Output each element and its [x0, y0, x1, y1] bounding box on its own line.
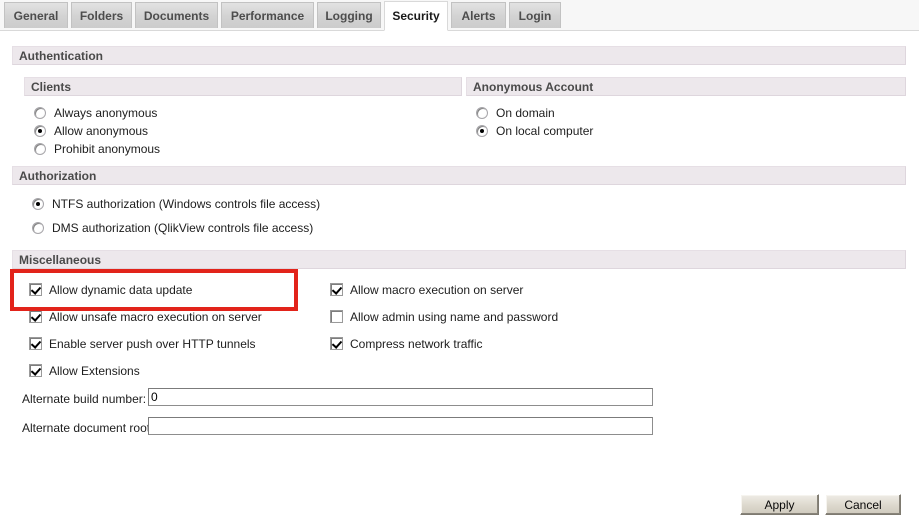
- radio-icon-selected[interactable]: [32, 198, 44, 210]
- tab-alerts[interactable]: Alerts: [451, 2, 506, 28]
- section-header-miscellaneous: Miscellaneous: [12, 250, 906, 269]
- checkbox-icon-checked[interactable]: [330, 283, 343, 296]
- radio-icon[interactable]: [34, 143, 46, 155]
- checkbox-label: Allow dynamic data update: [49, 283, 193, 297]
- radio-label: Prohibit anonymous: [54, 142, 161, 156]
- checkbox-label: Allow unsafe macro execution on server: [49, 310, 262, 324]
- radio-label: On domain: [496, 106, 555, 120]
- radio-icon-selected[interactable]: [34, 125, 46, 137]
- security-settings-panel: Authentication Clients Always anonymous …: [0, 31, 919, 520]
- radio-icon[interactable]: [32, 222, 44, 234]
- radio-label: DMS authorization (QlikView controls fil…: [52, 221, 314, 235]
- checkbox-label: Allow macro execution on server: [350, 283, 524, 297]
- input-alternate-build-number[interactable]: [148, 388, 653, 406]
- section-header-anonymous-account: Anonymous Account: [466, 77, 906, 96]
- checkbox-label: Compress network traffic: [350, 337, 483, 351]
- tab-folders[interactable]: Folders: [71, 2, 132, 28]
- radio-label: On local computer: [496, 124, 594, 138]
- tab-security[interactable]: Security: [384, 1, 448, 31]
- label-alternate-build-number: Alternate build number:: [22, 392, 147, 406]
- radio-label: Always anonymous: [54, 106, 158, 120]
- radio-icon[interactable]: [476, 107, 488, 119]
- section-header-authorization: Authorization: [12, 166, 906, 185]
- radio-label: Allow anonymous: [54, 124, 149, 138]
- radio-icon[interactable]: [34, 107, 46, 119]
- checkbox-label: Enable server push over HTTP tunnels: [49, 337, 256, 351]
- checkbox-icon-checked[interactable]: [29, 283, 42, 296]
- apply-button[interactable]: Apply: [740, 494, 819, 515]
- radio-icon-selected[interactable]: [476, 125, 488, 137]
- tab-login[interactable]: Login: [509, 2, 561, 28]
- radio-label: NTFS authorization (Windows controls fil…: [52, 197, 321, 211]
- checkbox-icon-unchecked[interactable]: [330, 310, 343, 323]
- checkbox-icon-checked[interactable]: [29, 337, 42, 350]
- section-header-clients: Clients: [24, 77, 462, 96]
- checkbox-icon-checked[interactable]: [330, 337, 343, 350]
- checkbox-icon-checked[interactable]: [29, 310, 42, 323]
- tab-general[interactable]: General: [4, 2, 68, 28]
- input-alternate-document-root[interactable]: [148, 417, 653, 435]
- checkbox-icon-checked[interactable]: [29, 364, 42, 377]
- tab-performance[interactable]: Performance: [221, 2, 314, 28]
- tab-documents[interactable]: Documents: [135, 2, 218, 28]
- tab-bar: General Folders Documents Performance Lo…: [0, 0, 919, 31]
- checkbox-label: Allow admin using name and password: [350, 310, 559, 324]
- label-alternate-document-root: Alternate document root:: [22, 421, 154, 435]
- checkbox-label: Allow Extensions: [49, 364, 140, 378]
- cancel-button[interactable]: Cancel: [825, 494, 901, 515]
- section-header-authentication: Authentication: [12, 46, 906, 65]
- tab-logging[interactable]: Logging: [317, 2, 381, 28]
